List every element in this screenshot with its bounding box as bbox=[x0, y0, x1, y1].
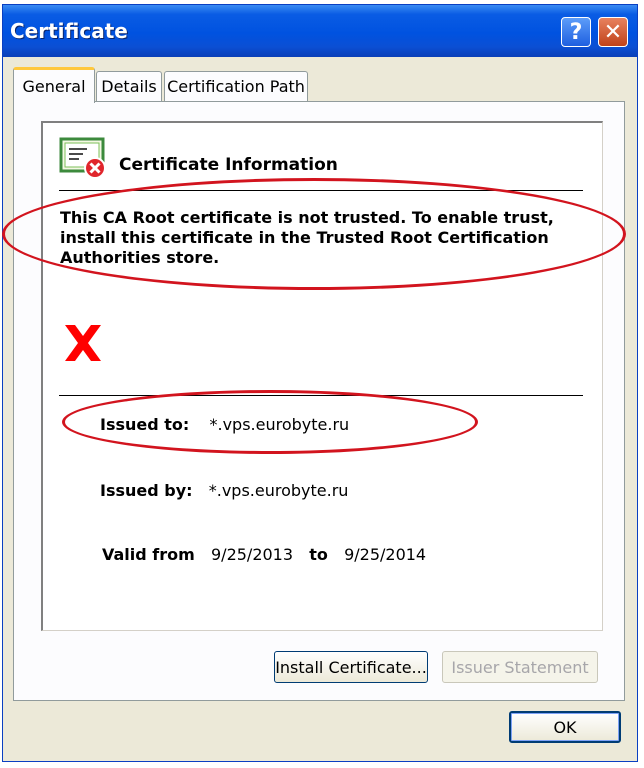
issuer-statement-button[interactable]: Issuer Statement bbox=[442, 651, 598, 683]
help-button[interactable]: ? bbox=[561, 17, 591, 47]
window-title: Certificate bbox=[10, 19, 128, 43]
general-panel: Certificate Information This CA Root cer… bbox=[13, 101, 625, 701]
warning-line: install this certificate in the Trusted … bbox=[60, 228, 549, 247]
ok-button[interactable]: OK bbox=[509, 711, 621, 743]
close-icon: ✕ bbox=[603, 19, 623, 45]
help-icon: ? bbox=[569, 19, 583, 45]
certificate-error-icon bbox=[59, 137, 106, 179]
warning-line: Authorities store. bbox=[60, 248, 220, 267]
issued-to-value: *.vps.eurobyte.ru bbox=[209, 415, 350, 434]
valid-from-label: Valid from bbox=[102, 545, 195, 564]
certificate-info-box: Certificate Information This CA Root cer… bbox=[41, 121, 603, 631]
tab-details[interactable]: Details bbox=[96, 71, 162, 101]
valid-to-value: 9/25/2014 bbox=[344, 545, 427, 564]
tab-certification-path[interactable]: Certification Path bbox=[164, 71, 308, 101]
valid-to-label: to bbox=[309, 545, 328, 564]
tab-general[interactable]: General bbox=[13, 67, 95, 103]
warning-line: This CA Root certificate is not trusted.… bbox=[60, 208, 554, 227]
heading-divider bbox=[59, 190, 583, 191]
red-x-icon bbox=[65, 325, 101, 361]
fields-divider bbox=[59, 395, 583, 396]
issued-to-row: Issued to: *.vps.eurobyte.ru bbox=[100, 415, 349, 434]
close-button[interactable]: ✕ bbox=[598, 17, 628, 47]
issued-by-value: *.vps.eurobyte.ru bbox=[208, 481, 349, 500]
certificate-dialog: Certificate ? ✕ General Details Certific… bbox=[2, 4, 638, 762]
title-bar[interactable]: Certificate ? ✕ bbox=[3, 5, 637, 57]
certificate-information-heading: Certificate Information bbox=[119, 155, 338, 175]
issued-by-row: Issued by: *.vps.eurobyte.ru bbox=[100, 481, 348, 500]
valid-from-value: 9/25/2013 bbox=[211, 545, 294, 564]
validity-row: Valid from 9/25/2013 to 9/25/2014 bbox=[102, 545, 426, 564]
trust-warning-text: This CA Root certificate is not trusted.… bbox=[60, 208, 560, 268]
install-certificate-button[interactable]: Install Certificate... bbox=[274, 651, 428, 683]
issued-by-label: Issued by: bbox=[100, 481, 193, 500]
issued-to-label: Issued to: bbox=[100, 415, 190, 434]
